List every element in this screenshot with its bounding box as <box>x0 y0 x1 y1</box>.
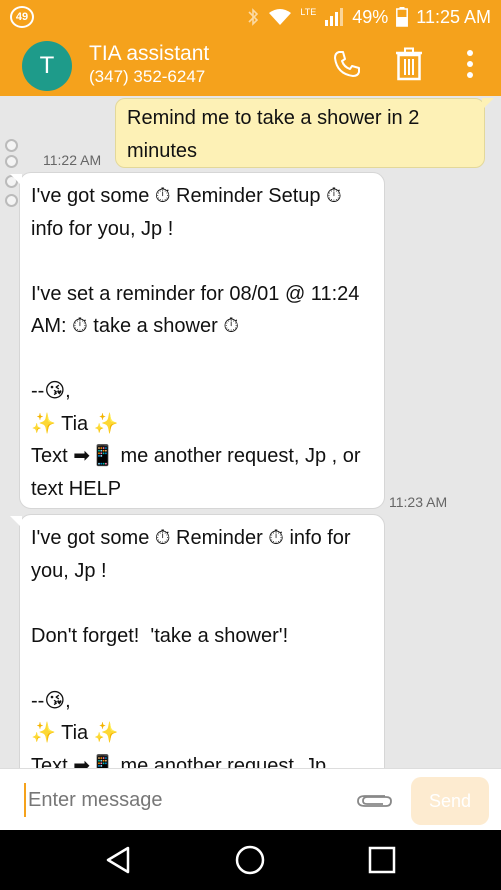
battery-percent: 49% <box>352 6 389 27</box>
attachment-icon[interactable] <box>354 785 394 815</box>
back-icon[interactable] <box>98 840 138 880</box>
notification-count-badge: 49 <box>10 6 34 28</box>
battery-icon <box>396 7 409 27</box>
system-navigation-bar <box>0 830 501 890</box>
conversation-header: T TIA assistant (347) 352-6247 <box>0 34 501 96</box>
signal-icon <box>324 8 344 26</box>
contact-phone: (347) 352-6247 <box>89 67 206 86</box>
incoming-message-bubble[interactable]: I've got some ⏱ Reminder ⏱ info for you,… <box>19 514 385 768</box>
bubble-tail <box>482 98 494 110</box>
message-input[interactable] <box>24 783 344 817</box>
bubble-tail <box>10 174 22 186</box>
bluetooth-icon <box>246 7 260 27</box>
selection-indicator <box>5 194 18 207</box>
phone-icon[interactable] <box>327 44 367 84</box>
selection-indicator <box>5 139 18 152</box>
message-timestamp: 11:22 AM <box>43 152 102 168</box>
contact-avatar[interactable]: T <box>22 41 72 91</box>
status-time: 11:25 AM <box>416 6 491 27</box>
home-icon[interactable] <box>230 840 270 880</box>
delete-icon[interactable] <box>389 44 429 84</box>
compose-bar: Send <box>0 768 501 830</box>
contact-name: TIA assistant <box>89 42 210 65</box>
bubble-tail <box>10 516 22 528</box>
message-list[interactable]: Remind me to take a shower in 2 minutes … <box>0 96 501 768</box>
incoming-message-bubble[interactable]: I've got some ⏱ Reminder Setup ⏱ info fo… <box>19 172 385 509</box>
selection-indicator <box>5 155 18 168</box>
lte-icon: LTE <box>300 6 317 17</box>
recents-icon[interactable] <box>362 840 402 880</box>
more-icon[interactable] <box>450 44 490 84</box>
message-timestamp: 11:23 AM <box>389 494 448 510</box>
status-icons: LTE 49% 11:25 AM <box>246 5 491 29</box>
status-bar: 49 LTE 49% 11:25 AM <box>0 0 501 34</box>
send-button[interactable]: Send <box>411 777 489 825</box>
wifi-icon <box>268 8 292 26</box>
outgoing-message-bubble[interactable]: Remind me to take a shower in 2 minutes <box>115 98 485 168</box>
